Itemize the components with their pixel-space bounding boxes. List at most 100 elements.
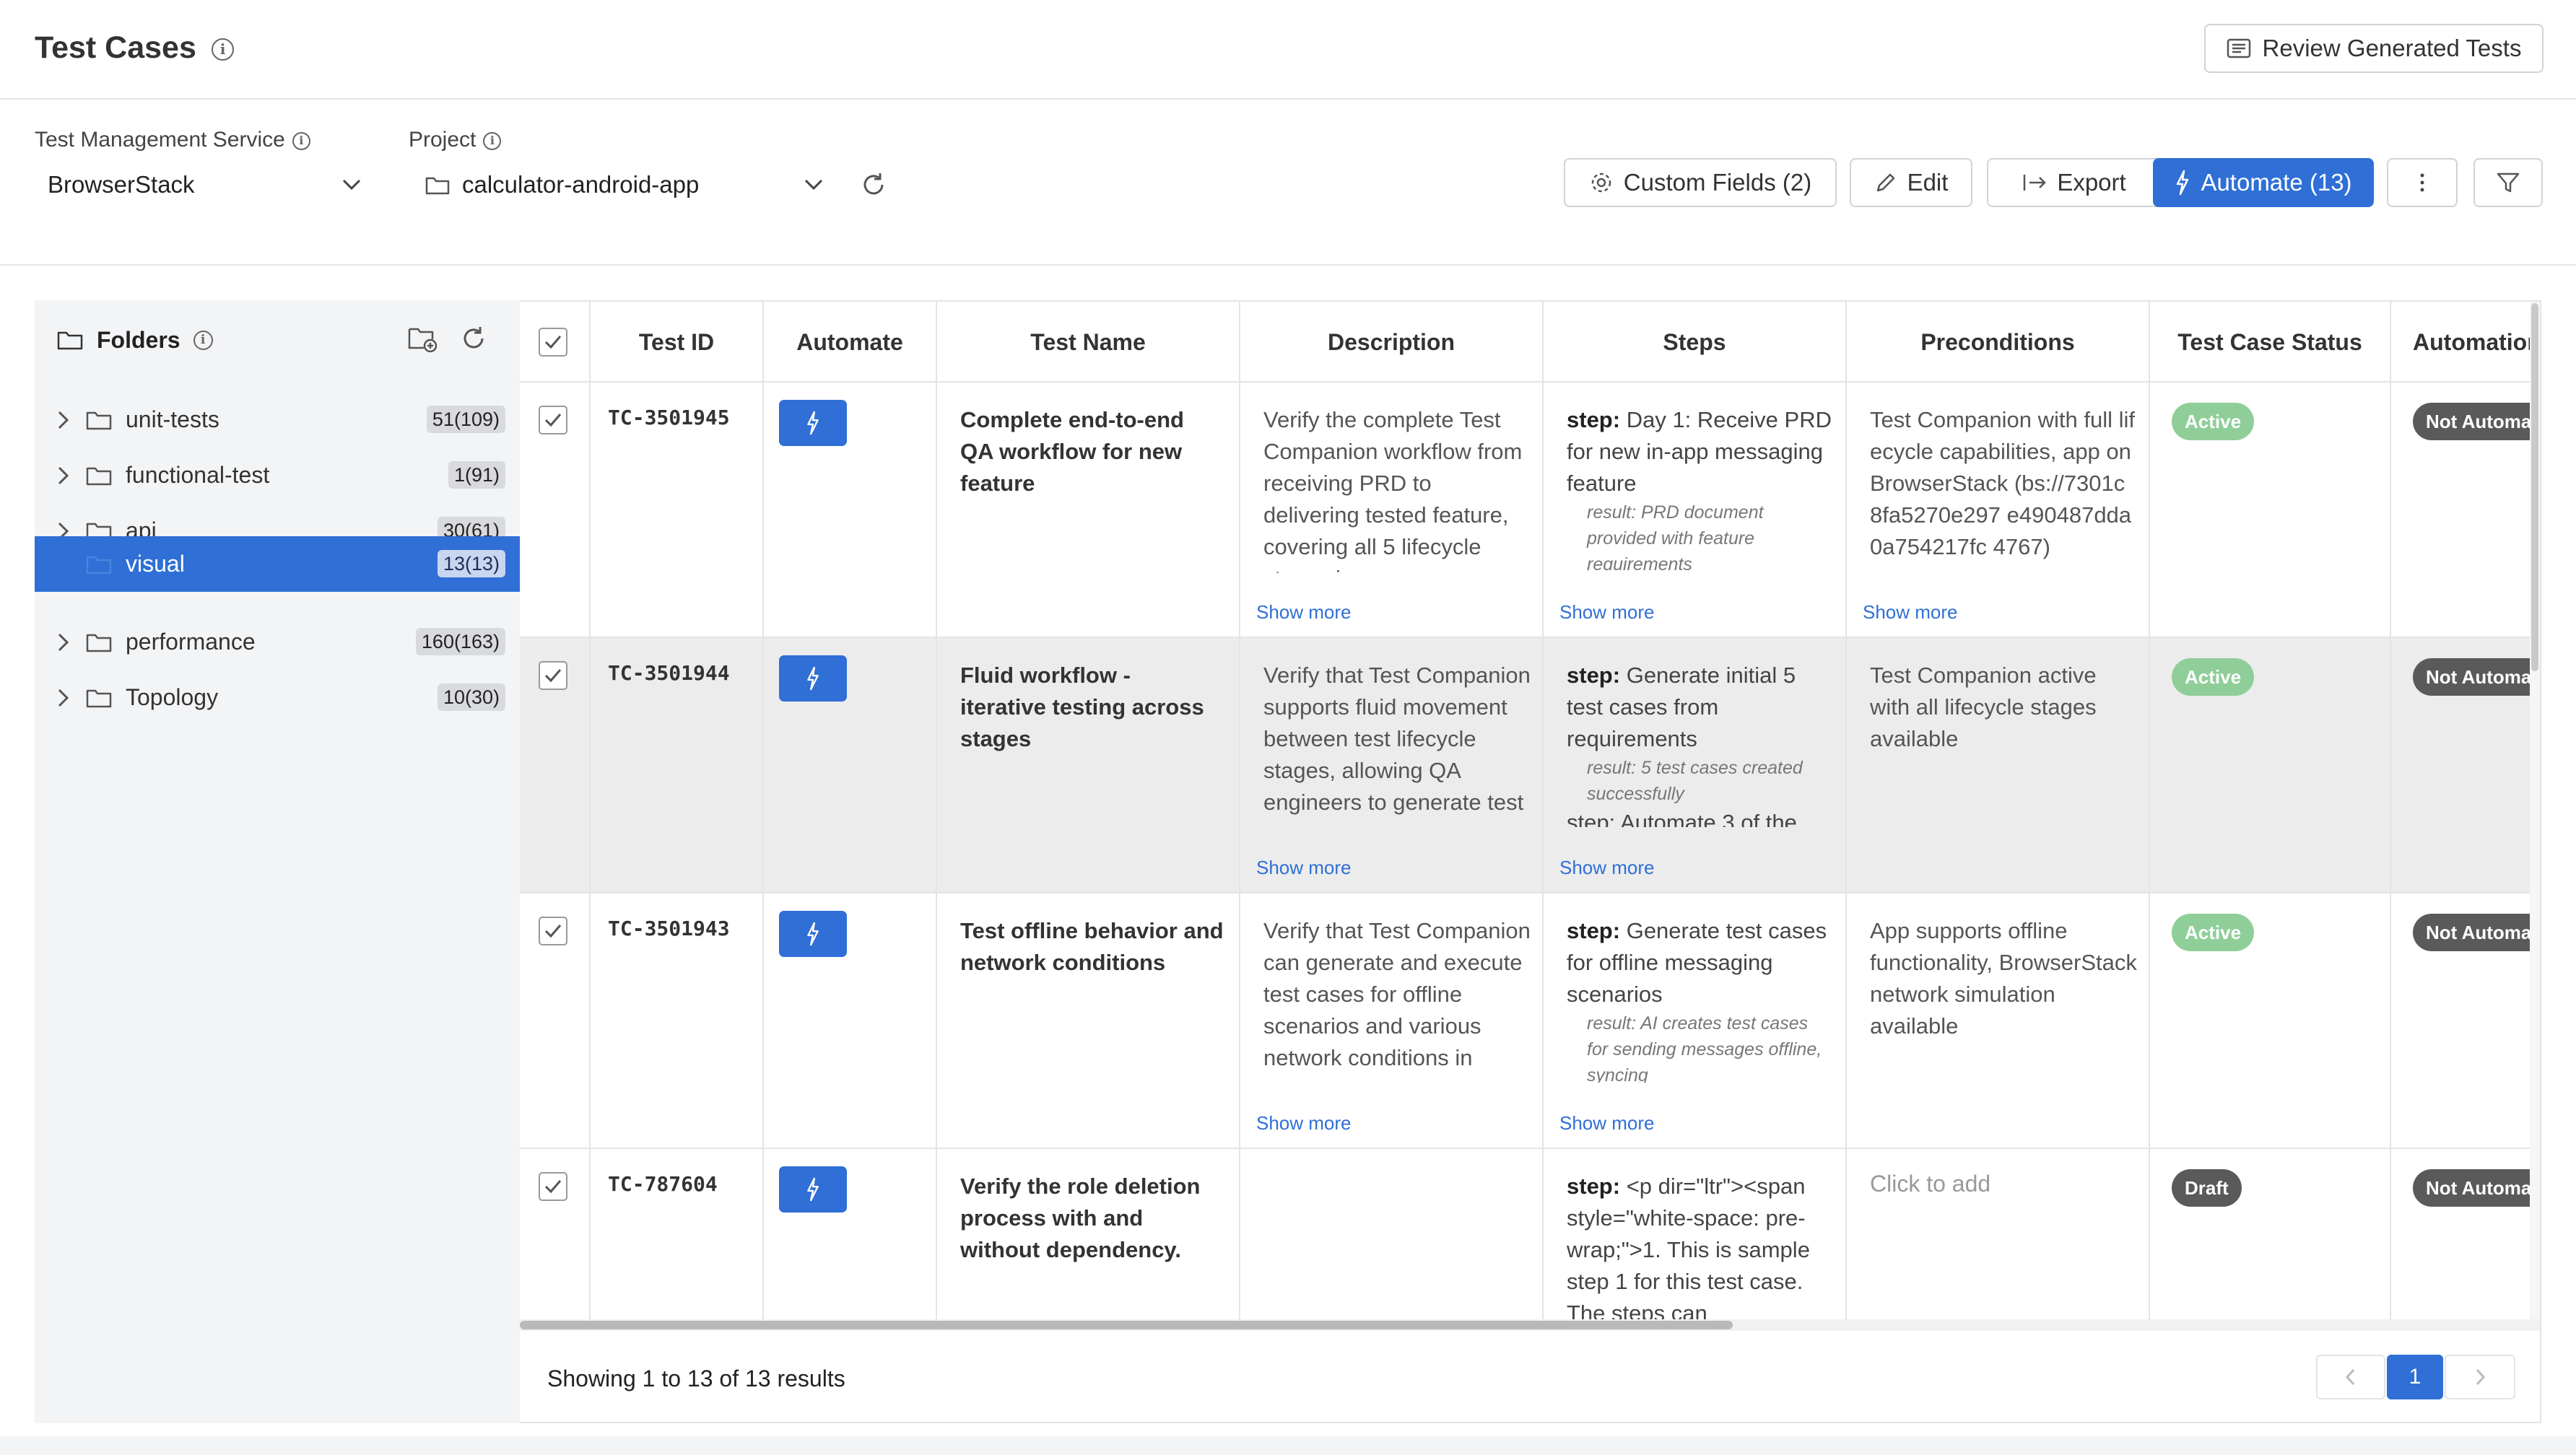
vertical-scrollbar[interactable] — [2530, 302, 2540, 1319]
automate-row-button[interactable] — [779, 655, 847, 702]
column-header-description[interactable]: Description — [1240, 302, 1544, 383]
chevron-right-icon[interactable] — [51, 630, 75, 655]
status-cell[interactable]: Draft — [2150, 1149, 2391, 1319]
folder-item-unit-tests[interactable]: unit-tests 51(109) — [35, 392, 520, 447]
test-name: Verify the role deletion process with an… — [960, 1174, 1201, 1262]
column-header-automation[interactable]: Automation — [2391, 302, 2540, 383]
edit-button[interactable]: Edit — [1850, 158, 1972, 207]
horizontal-scrollbar[interactable] — [520, 1319, 2540, 1331]
automation-cell[interactable]: Not Automated — [2391, 638, 2540, 892]
automate-button[interactable]: Automate (13) — [2153, 158, 2374, 207]
preconditions-cell[interactable]: App supports offline functionality, Brow… — [1847, 893, 2150, 1148]
test-name-cell[interactable]: Verify the role deletion process with an… — [937, 1149, 1240, 1319]
folder-item-visual[interactable]: visual 13(13) — [35, 536, 520, 592]
chevron-right-icon[interactable] — [51, 463, 75, 488]
row-checkbox[interactable] — [539, 406, 567, 434]
folder-item-topology[interactable]: Topology 10(30) — [35, 670, 520, 725]
info-icon[interactable]: i — [212, 38, 234, 61]
select-all-checkbox[interactable] — [539, 328, 567, 357]
column-header-test-name[interactable]: Test Name — [937, 302, 1240, 383]
project-select[interactable]: calculator-android-app — [409, 162, 835, 208]
row-checkbox[interactable] — [539, 1172, 567, 1201]
show-more-link[interactable]: Show more — [1559, 601, 1655, 624]
table-row[interactable]: TC-787604 Verify the role deletion proce… — [520, 1149, 2540, 1319]
column-header-status[interactable]: Test Case Status — [2150, 302, 2391, 383]
test-name-cell[interactable]: Fluid workflow - iterative testing acros… — [937, 638, 1240, 892]
refresh-icon[interactable] — [457, 322, 490, 355]
column-header-test-id[interactable]: Test ID — [591, 302, 764, 383]
preconditions-cell[interactable]: Test Companion active with all lifecycle… — [1847, 638, 2150, 892]
description-cell[interactable]: Verify the complete Test Companion workf… — [1240, 383, 1544, 637]
status-cell[interactable]: Active — [2150, 638, 2391, 892]
show-more-link[interactable]: Show more — [1863, 601, 1958, 624]
service-select[interactable]: BrowserStack — [35, 162, 367, 208]
table-row[interactable]: TC-3501944 Fluid workflow - iterative te… — [520, 638, 2540, 893]
step-extra: step: Automate 3 of the — [1567, 810, 1797, 827]
description-cell[interactable]: Verify that Test Companion supports flui… — [1240, 638, 1544, 892]
show-more-link[interactable]: Show more — [1256, 1112, 1352, 1135]
description-cell[interactable] — [1240, 1149, 1544, 1319]
automation-cell[interactable]: Not Automated — [2391, 1149, 2540, 1319]
folder-item-performance[interactable]: performance 160(163) — [35, 614, 520, 670]
scrollbar-thumb[interactable] — [2531, 303, 2538, 671]
filter-icon — [2497, 172, 2520, 193]
test-name-cell[interactable]: Complete end-to-end QA workflow for new … — [937, 383, 1240, 637]
row-checkbox[interactable] — [539, 917, 567, 945]
info-icon[interactable]: i — [483, 132, 502, 150]
steps-cell[interactable]: step: Generate initial 5 test cases from… — [1544, 638, 1847, 892]
table-row[interactable]: TC-3501945 Complete end-to-end QA workfl… — [520, 383, 2540, 638]
test-id[interactable]: TC-3501944 — [608, 661, 730, 685]
custom-fields-button[interactable]: Custom Fields (2) — [1564, 158, 1837, 207]
project-label-text: Project — [409, 128, 477, 152]
automation-badge: Not Automated — [2413, 1169, 2540, 1207]
export-button[interactable]: Export — [1987, 158, 2162, 207]
status-cell[interactable]: Active — [2150, 893, 2391, 1148]
show-more-link[interactable]: Show more — [1256, 601, 1352, 624]
automation-cell[interactable]: Not Automated — [2391, 893, 2540, 1148]
column-header-preconditions[interactable]: Preconditions — [1847, 302, 2150, 383]
info-icon[interactable]: i — [292, 132, 310, 150]
filter-button[interactable] — [2473, 158, 2543, 207]
preconditions-cell[interactable]: Test Companion with full lifecycle capab… — [1847, 383, 2150, 637]
preconditions-cell[interactable]: Click to add — [1847, 1149, 2150, 1319]
service-label: Test Management Service i — [35, 128, 310, 152]
column-header-steps[interactable]: Steps — [1544, 302, 1847, 383]
steps-cell[interactable]: step: Generate test cases for offline me… — [1544, 893, 1847, 1148]
page-button-current[interactable]: 1 — [2387, 1355, 2443, 1399]
show-more-link[interactable]: Show more — [1559, 1112, 1655, 1135]
previous-page-button[interactable] — [2316, 1355, 2385, 1399]
column-header-automate[interactable]: Automate — [764, 302, 937, 383]
more-vertical-icon — [2420, 173, 2424, 192]
chevron-right-icon[interactable] — [51, 408, 75, 432]
automation-cell[interactable]: Not Automated — [2391, 383, 2540, 637]
test-id[interactable]: TC-3501945 — [608, 406, 730, 429]
folder-item-functional-test[interactable]: functional-test 1(91) — [35, 447, 520, 503]
test-id[interactable]: TC-787604 — [608, 1172, 718, 1196]
automate-cell — [764, 638, 937, 892]
preconditions-text: Test Companion active with all lifecycle… — [1870, 663, 2097, 751]
steps-cell[interactable]: step: Day 1: Receive PRD for new in-app … — [1544, 383, 1847, 637]
test-name-cell[interactable]: Test offline behavior and network condit… — [937, 893, 1240, 1148]
more-options-button[interactable] — [2387, 158, 2458, 207]
chevron-right-icon[interactable] — [51, 686, 75, 710]
info-icon[interactable]: i — [193, 330, 213, 350]
status-badge: Active — [2172, 914, 2255, 951]
show-more-link[interactable]: Show more — [1559, 857, 1655, 879]
review-generated-tests-button[interactable]: Review Generated Tests — [2204, 24, 2544, 73]
automate-row-button[interactable] — [779, 911, 847, 957]
steps-cell[interactable]: step: <p dir="ltr"><span style="white-sp… — [1544, 1149, 1847, 1319]
automate-row-button[interactable] — [779, 400, 847, 446]
row-checkbox[interactable] — [539, 661, 567, 690]
scrollbar-thumb[interactable] — [520, 1321, 1733, 1329]
table-row[interactable]: TC-3501943 Test offline behavior and net… — [520, 893, 2540, 1149]
next-page-button[interactable] — [2445, 1355, 2515, 1399]
automate-row-button[interactable] — [779, 1166, 847, 1212]
status-cell[interactable]: Active — [2150, 383, 2391, 637]
add-folder-icon[interactable] — [406, 322, 440, 355]
steps-text: step: Generate initial 5 test cases from… — [1567, 660, 1834, 827]
show-more-link[interactable]: Show more — [1256, 857, 1352, 879]
preconditions-placeholder[interactable]: Click to add — [1870, 1171, 1990, 1197]
description-cell[interactable]: Verify that Test Companion can generate … — [1240, 893, 1544, 1148]
test-id[interactable]: TC-3501943 — [608, 917, 730, 940]
refresh-icon[interactable] — [859, 170, 888, 199]
